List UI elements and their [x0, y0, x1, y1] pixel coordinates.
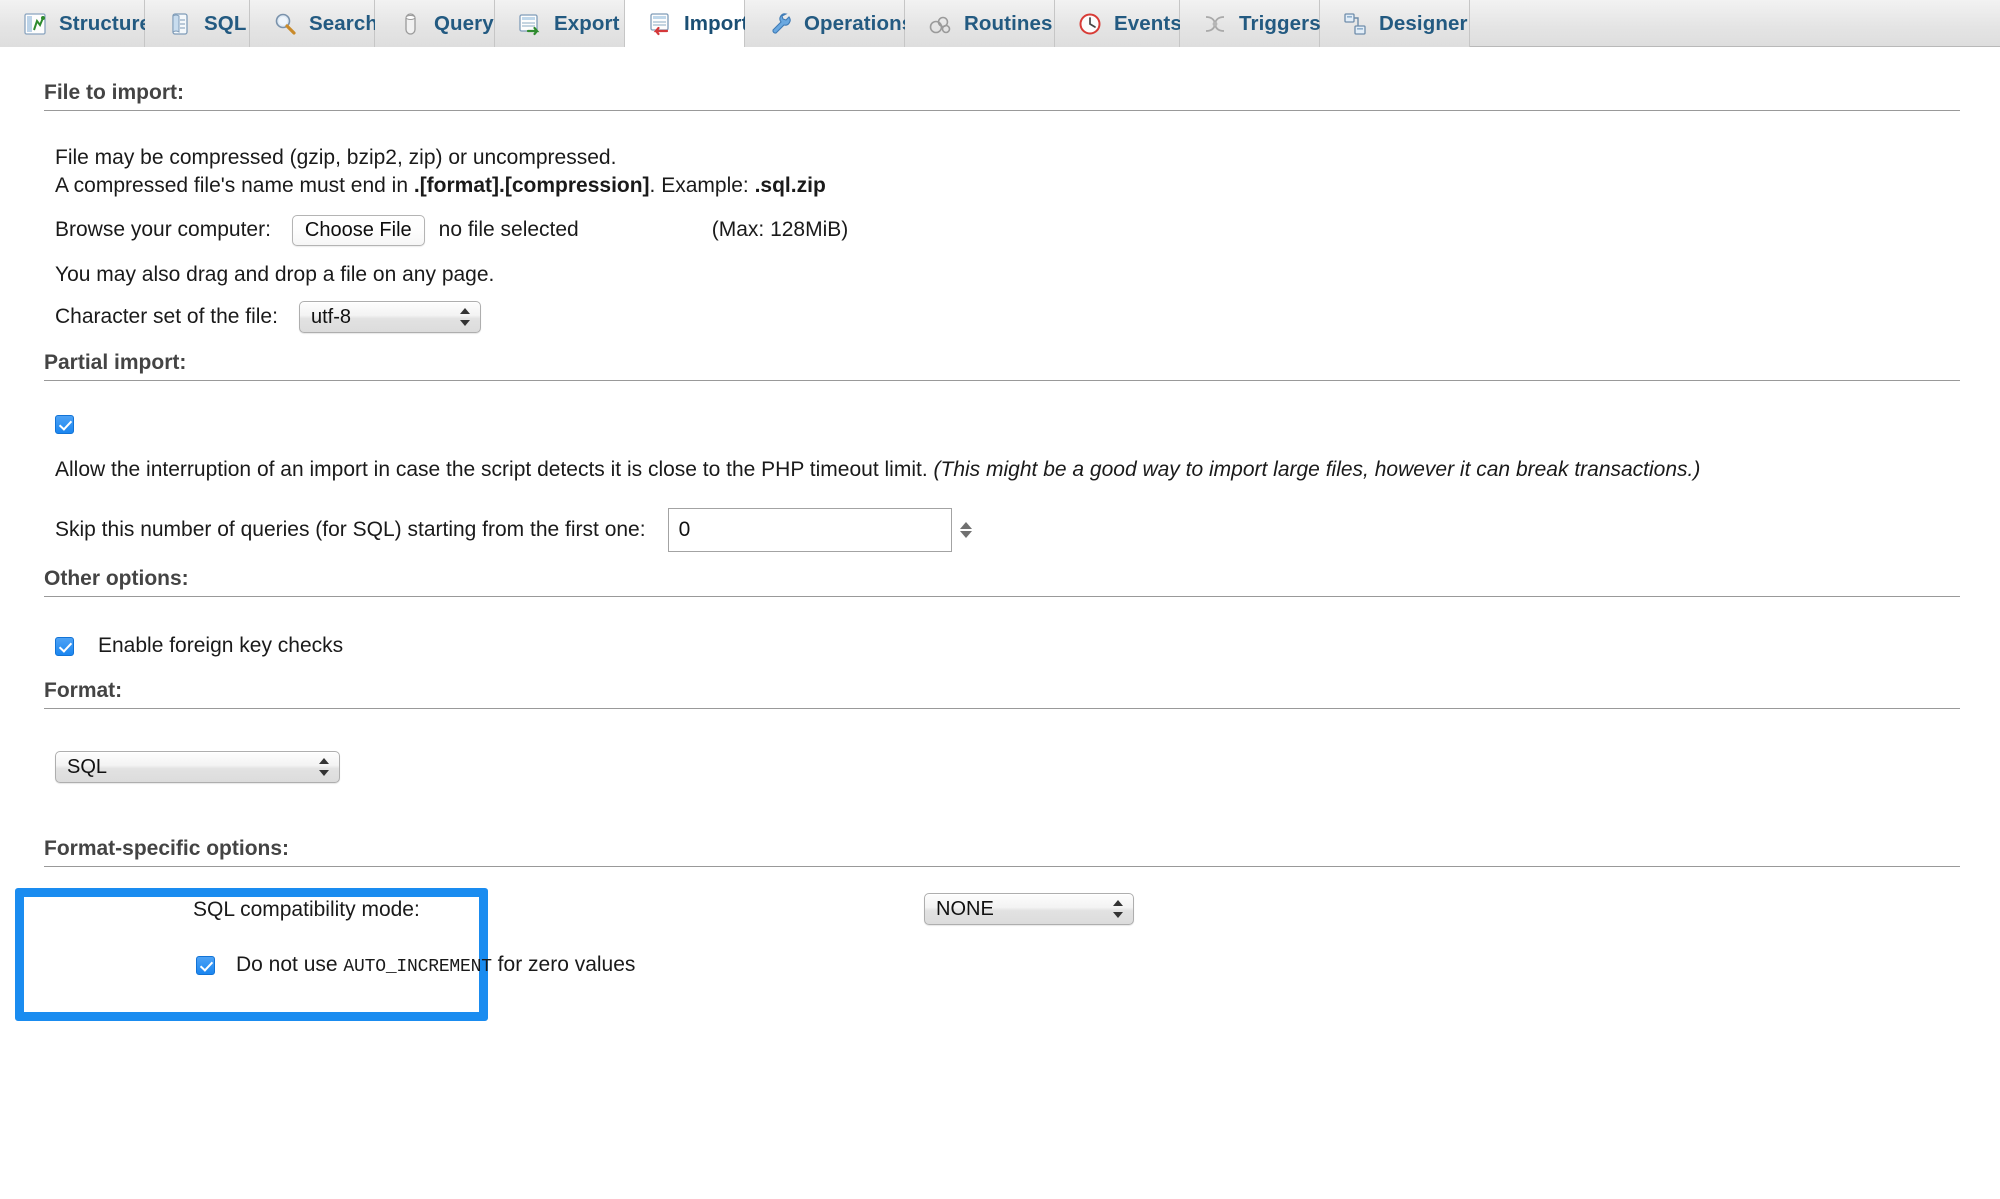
tab-routines[interactable]: Routines: [905, 0, 1055, 47]
tab-label: Export: [554, 11, 620, 35]
browse-row: Browse your computer: Choose File no fil…: [55, 215, 848, 246]
charset-row: Character set of the file: utf-8: [55, 301, 481, 333]
charset-select[interactable]: utf-8: [298, 301, 481, 333]
auto-increment-checkbox[interactable]: [196, 956, 215, 976]
format-select[interactable]: SQL: [55, 751, 340, 783]
tab-sql[interactable]: SQL: [145, 0, 250, 47]
line2-prefix: A compressed file's name must end in: [55, 174, 414, 197]
format-select-value: SQL: [67, 755, 108, 778]
tab-label: Triggers: [1239, 11, 1321, 35]
tab-label: Designer: [1379, 11, 1468, 35]
query-icon: [397, 11, 423, 37]
other-options-section: Other options:: [44, 567, 1960, 597]
tab-structure[interactable]: Structure: [0, 0, 151, 47]
format-specific-section: Format-specific options:: [44, 837, 1960, 867]
operations-icon: [767, 11, 793, 37]
sql-compat-select-value: NONE: [936, 897, 994, 920]
stepper-arrows[interactable]: [959, 509, 976, 551]
triggers-icon: [1202, 11, 1228, 37]
auto-increment-token: AUTO_INCREMENT: [343, 957, 492, 977]
skip-queries-input[interactable]: [668, 509, 960, 551]
tab-import[interactable]: Import: [625, 0, 749, 47]
format-section: Format:: [44, 679, 1960, 709]
compression-line-2: A compressed file's name must end in .[f…: [55, 173, 826, 200]
tab-label: Import: [684, 11, 749, 35]
allow-interruption-note: (This might be a good way to import larg…: [933, 458, 1701, 481]
export-icon: [517, 11, 543, 37]
tab-search[interactable]: Search: [250, 0, 378, 47]
auto-increment-label: Do not use AUTO_INCREMENT for zero value…: [236, 952, 635, 979]
tab-designer[interactable]: Designer: [1320, 0, 1470, 47]
section-divider: [44, 708, 1960, 709]
other-options-legend: Other options:: [44, 567, 189, 590]
file-to-import-section: File to import:: [44, 81, 1960, 111]
tab-query[interactable]: Query: [375, 0, 495, 47]
main-tab-bar: Structure SQL Search Query Export Import…: [0, 0, 2000, 47]
chevron-updown-icon: [319, 757, 330, 777]
charset-select-value: utf-8: [310, 305, 351, 328]
allow-interruption-text: Allow the interruption of an import in c…: [55, 458, 928, 481]
tab-label: SQL: [204, 11, 247, 35]
tab-events[interactable]: Events: [1055, 0, 1182, 47]
foreign-key-row: Enable foreign key checks: [55, 633, 343, 660]
structure-icon: [22, 11, 48, 37]
tab-label: Query: [434, 11, 494, 35]
partial-import-section: Partial import:: [44, 351, 1960, 381]
auto-increment-suffix: for zero values: [491, 953, 636, 976]
skip-queries-label: Skip this number of queries (for SQL) st…: [55, 517, 646, 541]
import-icon: [647, 11, 673, 37]
chevron-updown-icon: [459, 307, 471, 327]
drag-drop-note: You may also drag and drop a file on any…: [55, 263, 495, 286]
stepper-down-icon[interactable]: [959, 531, 972, 538]
section-divider: [44, 110, 1960, 111]
charset-label: Character set of the file:: [55, 304, 278, 328]
section-divider: [44, 596, 1960, 597]
stepper-up-icon[interactable]: [959, 522, 972, 529]
search-icon: [272, 11, 298, 37]
tab-label: Operations: [804, 11, 914, 35]
max-size-text: (Max: 128MiB): [711, 218, 849, 242]
enable-foreign-key-checkbox[interactable]: [55, 636, 74, 656]
file-status-text: no file selected: [438, 218, 579, 242]
sql-compat-label: SQL compatibility mode:: [193, 898, 420, 921]
sql-zip-token: .sql.zip: [754, 174, 826, 197]
tab-label: Search: [309, 11, 378, 35]
designer-icon: [1342, 11, 1368, 37]
skip-queries-stepper[interactable]: [667, 508, 972, 552]
allow-interruption-checkbox[interactable]: [55, 415, 74, 434]
auto-increment-prefix: Do not use: [236, 953, 344, 976]
events-icon: [1077, 11, 1103, 37]
tab-label: Routines: [964, 11, 1053, 35]
section-divider: [44, 866, 1960, 867]
browse-label: Browse your computer:: [55, 218, 271, 242]
tab-label: Structure: [59, 11, 152, 35]
format-legend: Format:: [44, 679, 123, 702]
chevron-updown-icon: [1113, 899, 1124, 919]
compression-line-1: File may be compressed (gzip, bzip2, zip…: [55, 146, 617, 169]
section-divider: [44, 380, 1960, 381]
tab-export[interactable]: Export: [495, 0, 625, 47]
sql-icon: [167, 11, 193, 37]
choose-file-button[interactable]: Choose File: [291, 215, 425, 246]
routines-icon: [927, 11, 953, 37]
enable-foreign-key-label: Enable foreign key checks: [98, 634, 344, 657]
format-compression-token: .[format].[compression]: [413, 174, 650, 197]
allow-interruption-row: Allow the interruption of an import in c…: [55, 457, 1700, 484]
tab-label: Events: [1114, 11, 1182, 35]
line2-mid: . Example:: [649, 174, 755, 197]
auto-increment-row: Do not use AUTO_INCREMENT for zero value…: [196, 952, 635, 979]
file-to-import-legend: File to import:: [44, 81, 184, 104]
sql-compat-select[interactable]: NONE: [924, 893, 1134, 925]
partial-import-legend: Partial import:: [44, 351, 187, 374]
tab-operations[interactable]: Operations: [745, 0, 913, 47]
format-specific-legend: Format-specific options:: [44, 837, 290, 860]
tab-triggers[interactable]: Triggers: [1180, 0, 1321, 47]
skip-queries-row: Skip this number of queries (for SQL) st…: [55, 508, 972, 552]
tab-bar-filler: [1470, 0, 2000, 46]
